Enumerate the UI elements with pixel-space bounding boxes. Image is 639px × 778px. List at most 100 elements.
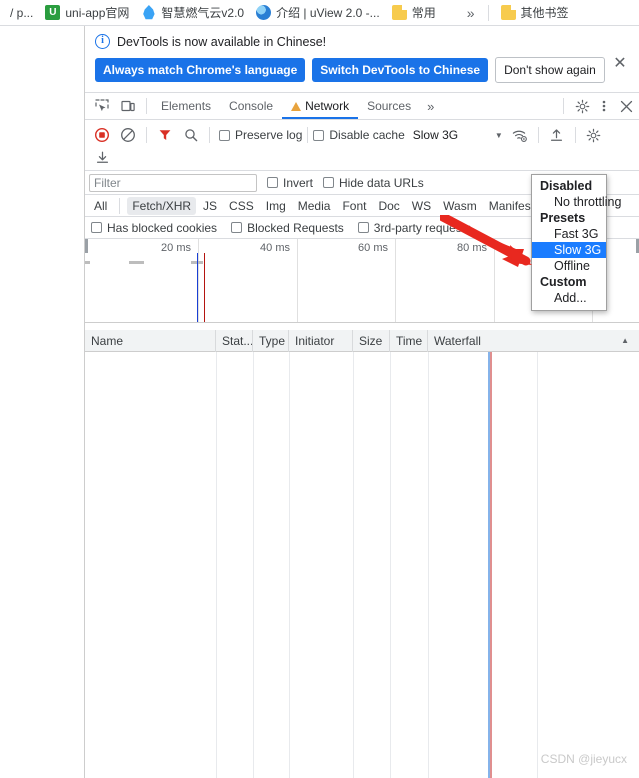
network-requests-table: Name Stat... Type Initiator Size Time Wa…: [85, 329, 639, 778]
devtools-tab-bar: Elements Console Network Sources »: [85, 93, 639, 120]
device-toolbar-icon[interactable]: [116, 95, 140, 117]
record-stop-icon[interactable]: [90, 124, 114, 146]
toolbar-divider: [537, 127, 539, 143]
tab-label: Elements: [161, 99, 212, 113]
checkbox-box: [231, 222, 243, 233]
invert-label: Invert: [283, 175, 314, 190]
close-icon[interactable]: ✕: [611, 56, 629, 74]
bookmarks-bar: / p... U uni-app官网 智慧燃气云v2.0 介绍 | uView …: [0, 0, 639, 26]
tab-label: Network: [305, 99, 350, 113]
type-filter-js[interactable]: JS: [198, 197, 222, 215]
type-filter-wasm[interactable]: Wasm: [438, 197, 482, 215]
network-toolbar: Preserve log Disable cache Slow 3G ▼: [85, 120, 639, 171]
overview-left-handle[interactable]: [85, 239, 88, 253]
network-conditions-icon[interactable]: [508, 124, 532, 146]
third-party-requests-checkbox[interactable]: 3rd-party requests: [357, 220, 472, 235]
has-blocked-cookies-checkbox[interactable]: Has blocked cookies: [91, 221, 217, 235]
tab-network[interactable]: Network: [282, 93, 358, 119]
menu-group-custom: Custom: [540, 275, 587, 289]
export-har-icon[interactable]: [90, 147, 114, 169]
other-bookmarks-button[interactable]: 其他书签: [495, 2, 575, 24]
tab-label: Console: [229, 99, 274, 113]
toolbar-divider: [307, 127, 309, 143]
dont-show-again-button[interactable]: Don't show again: [495, 57, 605, 83]
menu-item-fast-3g[interactable]: Fast 3G: [532, 226, 606, 242]
column-header-status[interactable]: Stat...: [216, 329, 253, 352]
column-header-waterfall[interactable]: Waterfall ▲: [428, 330, 639, 352]
menu-group-presets: Presets: [540, 211, 586, 225]
menu-item-no-throttling[interactable]: No throttling: [532, 194, 621, 210]
import-har-icon[interactable]: [545, 124, 569, 146]
column-divider: [353, 352, 354, 778]
preserve-log-checkbox[interactable]: Preserve log: [219, 128, 302, 142]
overview-tick-label: 80 ms: [457, 242, 487, 254]
column-header-time[interactable]: Time: [390, 329, 428, 352]
toolbar-divider: [209, 127, 210, 143]
table-body[interactable]: [85, 352, 639, 778]
column-header-size[interactable]: Size: [353, 329, 390, 352]
filter-funnel-icon[interactable]: [153, 124, 177, 146]
filter-input[interactable]: [89, 173, 257, 192]
menu-item-slow-3g[interactable]: Slow 3G: [532, 242, 606, 258]
type-filter-media[interactable]: Media: [293, 197, 336, 215]
hide-data-urls-label: Hide data URLs: [339, 175, 424, 190]
bookmark-item-3[interactable]: 介绍 | uView 2.0 -...: [250, 2, 386, 24]
overview-gridline: [395, 239, 396, 322]
warning-triangle-icon: [291, 101, 302, 111]
column-divider: [289, 352, 290, 778]
gear-icon[interactable]: [582, 124, 606, 146]
bookmark-item-2[interactable]: 智慧燃气云v2.0: [135, 2, 250, 24]
column-header-name[interactable]: Name: [85, 329, 216, 352]
blocked-requests-checkbox[interactable]: Blocked Requests: [231, 221, 344, 235]
overview-request-bar: [85, 261, 90, 264]
type-filter-fetch-xhr[interactable]: Fetch/XHR: [127, 196, 197, 215]
type-filter-img[interactable]: Img: [261, 197, 291, 215]
watermark-text: CSDN @jieyucx: [540, 752, 627, 766]
type-filter-font[interactable]: Font: [337, 197, 371, 215]
tab-sources[interactable]: Sources: [358, 93, 420, 119]
hide-data-urls-checkbox[interactable]: Hide data URLs: [323, 176, 424, 190]
close-icon[interactable]: [614, 95, 638, 117]
type-filter-css[interactable]: CSS: [224, 197, 259, 215]
more-tabs-button[interactable]: »: [420, 99, 441, 114]
gear-icon[interactable]: [570, 95, 594, 117]
always-match-language-button[interactable]: Always match Chrome's language: [95, 58, 306, 82]
clear-icon[interactable]: [116, 124, 140, 146]
bookmarks-overflow-button[interactable]: »: [460, 3, 482, 23]
toolbar-divider: [146, 127, 147, 143]
type-filter-doc[interactable]: Doc: [373, 197, 404, 215]
checkbox-box: [323, 177, 335, 188]
more-vertical-icon[interactable]: [596, 95, 612, 117]
switch-devtools-to-chinese-button[interactable]: Switch DevTools to Chinese: [312, 58, 489, 82]
inspect-element-icon[interactable]: [90, 95, 114, 117]
throttling-dropdown-menu[interactable]: Disabled No throttling Presets Fast 3G S…: [531, 174, 621, 311]
bookmark-item-0[interactable]: / p...: [4, 2, 39, 24]
bookmark-item-4[interactable]: 常用: [386, 2, 442, 24]
menu-item-add-custom[interactable]: Add...: [532, 290, 606, 306]
tab-console[interactable]: Console: [220, 93, 282, 119]
column-header-type[interactable]: Type: [253, 329, 289, 352]
column-divider: [428, 352, 429, 778]
bookmark-label: 智慧燃气云v2.0: [161, 6, 245, 20]
menu-item-offline[interactable]: Offline: [532, 258, 606, 274]
bookmark-item-1[interactable]: U uni-app官网: [39, 2, 135, 24]
invert-checkbox[interactable]: Invert: [267, 176, 313, 190]
folder-icon: [391, 5, 407, 20]
column-header-initiator[interactable]: Initiator: [289, 329, 353, 352]
type-filter-ws[interactable]: WS: [407, 197, 436, 215]
has-blocked-cookies-label: Has blocked cookies: [107, 220, 218, 235]
tab-elements[interactable]: Elements: [152, 93, 220, 119]
other-bookmarks-label: 其他书签: [520, 6, 569, 20]
sort-ascending-icon: ▲: [621, 335, 629, 345]
overview-gridline: [297, 239, 298, 322]
search-icon[interactable]: [179, 124, 203, 146]
load-event-marker: [204, 253, 206, 322]
tab-label: Sources: [367, 99, 412, 113]
disable-cache-checkbox[interactable]: Disable cache: [313, 128, 405, 142]
throttling-dropdown[interactable]: Slow 3G ▼: [406, 125, 507, 145]
type-filter-all[interactable]: All: [89, 197, 112, 215]
checkbox-box: [219, 129, 230, 141]
third-party-requests-label: 3rd-party requests: [373, 220, 472, 235]
info-icon: i: [95, 34, 110, 49]
chevron-down-icon: ▼: [494, 130, 503, 140]
